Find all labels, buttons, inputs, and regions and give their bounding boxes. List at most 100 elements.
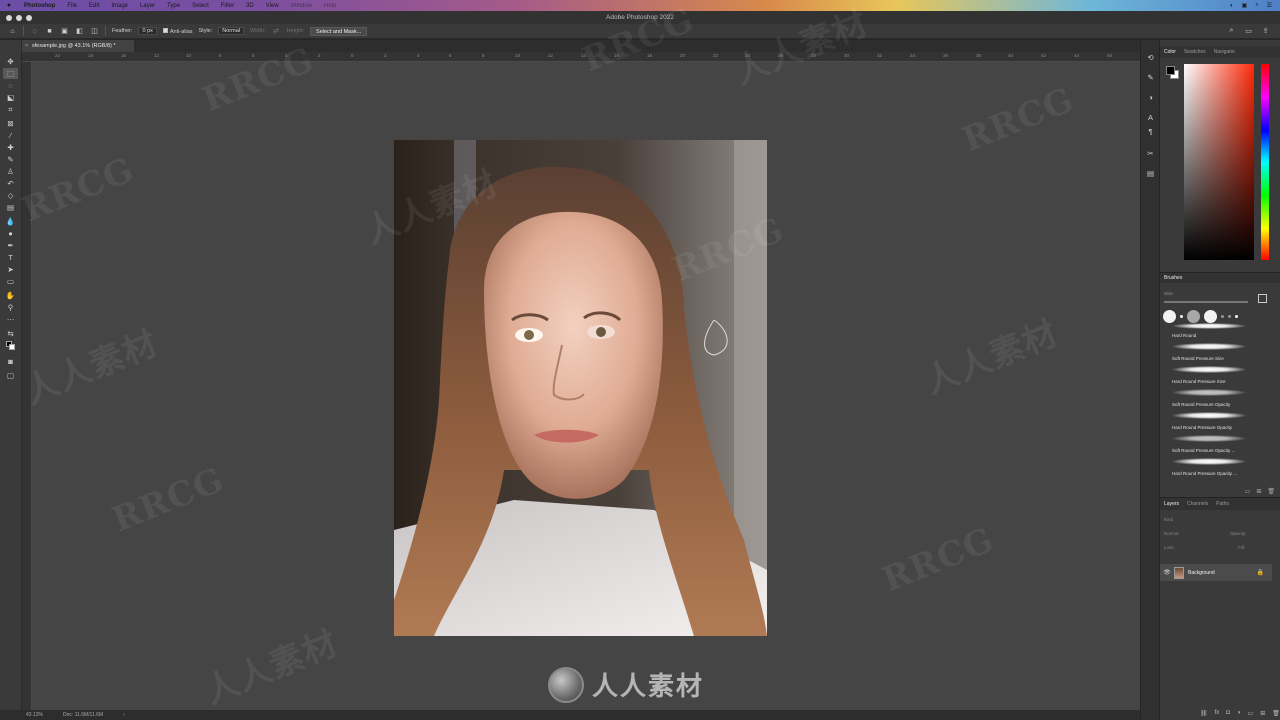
portrait-photo[interactable]: [394, 140, 767, 636]
blend-mode-select[interactable]: Normal: [1164, 531, 1179, 536]
brush-hard-round[interactable]: Hard Round: [1172, 333, 1248, 338]
screen-mode-icon[interactable]: ▢: [3, 370, 18, 381]
hand-tool-icon[interactable]: ✋: [3, 290, 18, 301]
control-center-icon[interactable]: ☰: [1267, 2, 1272, 9]
brush-tip-hard[interactable]: [1163, 310, 1176, 323]
eyedropper-tool-icon[interactable]: ⁄: [3, 130, 18, 141]
brush-tip-small[interactable]: [1180, 315, 1183, 318]
zoom-window-button[interactable]: [26, 14, 32, 21]
status-icon-2[interactable]: ▣: [1242, 2, 1248, 9]
status-menu-arrow[interactable]: ›: [123, 712, 125, 718]
move-tool-icon[interactable]: ✥: [3, 56, 18, 67]
menu-image[interactable]: Image: [105, 3, 134, 9]
new-brush-icon[interactable]: [1258, 294, 1267, 303]
edit-quick-mask-icon[interactable]: ◙: [3, 356, 18, 367]
object-selection-tool-icon[interactable]: ⬕: [3, 92, 18, 103]
lock-icon[interactable]: 🔒: [1257, 569, 1264, 576]
add-selection-icon[interactable]: ▣: [60, 27, 69, 36]
select-and-mask-button[interactable]: Select and Mask...: [310, 26, 368, 36]
style-select[interactable]: Normal: [218, 27, 245, 35]
gradient-tool-icon[interactable]: ▤: [3, 202, 18, 213]
tab-layers[interactable]: Layers: [1164, 501, 1179, 507]
marquee-tool-preset-icon[interactable]: ◌: [30, 27, 39, 36]
new-group-layer-icon[interactable]: ▭: [1248, 710, 1254, 717]
visibility-eye-icon[interactable]: 👁: [1160, 569, 1174, 576]
hue-slider[interactable]: [1261, 64, 1269, 260]
brush-hard-round-pressure-opacity[interactable]: Hard Round Pressure Opacity: [1172, 425, 1248, 430]
clone-stamp-tool-icon[interactable]: ♙: [3, 166, 18, 177]
pen-tool-icon[interactable]: ✒: [3, 240, 18, 251]
adjustments-icon[interactable]: ◑: [1145, 92, 1156, 102]
status-icon-1[interactable]: ◐: [1230, 3, 1234, 9]
new-group-icon[interactable]: ▭: [1245, 488, 1251, 495]
crop-tool-icon[interactable]: ⌗: [3, 104, 18, 115]
color-swatches-icon[interactable]: [3, 340, 18, 351]
lasso-tool-icon[interactable]: ◌: [3, 80, 18, 91]
brush-soft-round-pressure-size[interactable]: Soft Round Pressure Size: [1172, 356, 1248, 361]
frame-tool-icon[interactable]: ⊠: [3, 118, 18, 129]
menu-layer[interactable]: Layer: [134, 3, 161, 9]
paragraph-panel-icon[interactable]: ¶: [1145, 126, 1156, 136]
tab-swatches[interactable]: Swatches: [1184, 49, 1206, 55]
tab-navigator[interactable]: Navigator: [1214, 49, 1235, 55]
opacity-label[interactable]: Opacity:: [1230, 531, 1247, 536]
swap-colors-icon[interactable]: ⇆: [3, 328, 18, 339]
layer-name[interactable]: Background: [1188, 570, 1215, 576]
eraser-tool-icon[interactable]: ◇: [3, 190, 18, 201]
link-layers-icon[interactable]: ⛓: [1200, 710, 1208, 717]
menu-file[interactable]: File: [61, 3, 83, 9]
dodge-tool-icon[interactable]: ●: [3, 228, 18, 239]
foreground-color-swatch[interactable]: [1166, 66, 1175, 75]
tab-paths[interactable]: Paths: [1216, 501, 1229, 507]
brush-tip-round[interactable]: [1204, 310, 1217, 323]
swap-dimensions-icon[interactable]: ⇄: [272, 27, 281, 36]
zoom-tool-icon[interactable]: ⚲: [3, 302, 18, 313]
document-tab[interactable]: × sfexample.jpg @ 43.1% (RGB/8) *: [22, 40, 134, 52]
intersect-selection-icon[interactable]: ◫: [90, 27, 99, 36]
menu-window[interactable]: Window: [285, 3, 318, 9]
blur-tool-icon[interactable]: 💧: [3, 216, 18, 227]
character-panel-icon[interactable]: A: [1145, 112, 1156, 122]
spotlight-icon[interactable]: ⌕: [1255, 2, 1258, 9]
rectangular-marquee-tool-icon[interactable]: ⬚: [3, 68, 18, 79]
add-mask-icon[interactable]: ◘: [1226, 710, 1230, 717]
brushes-title[interactable]: Brushes: [1160, 273, 1280, 283]
path-selection-tool-icon[interactable]: ➤: [3, 264, 18, 275]
menu-help[interactable]: Help: [318, 3, 342, 9]
delete-layer-icon[interactable]: 🗑: [1272, 710, 1280, 717]
brush-hard-round-pressure-size[interactable]: Hard Round Pressure Size: [1172, 379, 1248, 384]
canvas-area[interactable]: [32, 62, 1140, 710]
adjustment-layer-icon[interactable]: ◑: [1237, 710, 1241, 717]
minimize-window-button[interactable]: [16, 14, 22, 21]
brush-tip-soft[interactable]: [1187, 310, 1200, 323]
more-tools-icon[interactable]: ⋯: [3, 314, 18, 325]
brush-soft-round-pressure-opacity-2[interactable]: Soft Round Pressure Opacity ...: [1172, 448, 1248, 453]
tools-presets-icon[interactable]: ✂: [1145, 148, 1156, 158]
antialias-checkbox-group[interactable]: Anti-alias: [162, 27, 193, 35]
brush-size-slider[interactable]: [1164, 301, 1248, 303]
color-picker-field[interactable]: [1184, 64, 1254, 260]
workspace-icon[interactable]: ▭: [1244, 27, 1253, 36]
home-icon[interactable]: ⌂: [8, 27, 17, 36]
menu-select[interactable]: Select: [186, 3, 215, 9]
new-layer-icon[interactable]: ⊞: [1260, 710, 1265, 717]
brush-tip-tiny-2[interactable]: [1228, 315, 1231, 318]
shape-tool-icon[interactable]: ▭: [3, 276, 18, 287]
fill-label[interactable]: Fill:: [1238, 545, 1245, 550]
close-window-button[interactable]: [6, 14, 12, 21]
menu-type[interactable]: Type: [161, 3, 186, 9]
apple-icon[interactable]: ●: [0, 2, 18, 9]
history-brush-tool-icon[interactable]: ↶: [3, 178, 18, 189]
layer-filter-kind[interactable]: Kind: [1164, 517, 1173, 522]
tab-color[interactable]: Color: [1164, 49, 1176, 55]
brush-hard-round-pressure-opacity-2[interactable]: Hard Round Pressure Opacity ...: [1172, 471, 1248, 476]
close-tab-icon[interactable]: ×: [25, 40, 28, 52]
menu-filter[interactable]: Filter: [215, 3, 240, 9]
new-brush-footer-icon[interactable]: ⊞: [1256, 488, 1261, 495]
menu-app-name[interactable]: Photoshop: [18, 3, 61, 9]
brush-tip-tiny-3[interactable]: [1235, 315, 1238, 318]
menu-edit[interactable]: Edit: [83, 3, 105, 9]
history-panel-icon[interactable]: ⟲: [1145, 52, 1156, 62]
new-selection-icon[interactable]: ■: [45, 27, 54, 36]
menu-view[interactable]: View: [260, 3, 285, 9]
